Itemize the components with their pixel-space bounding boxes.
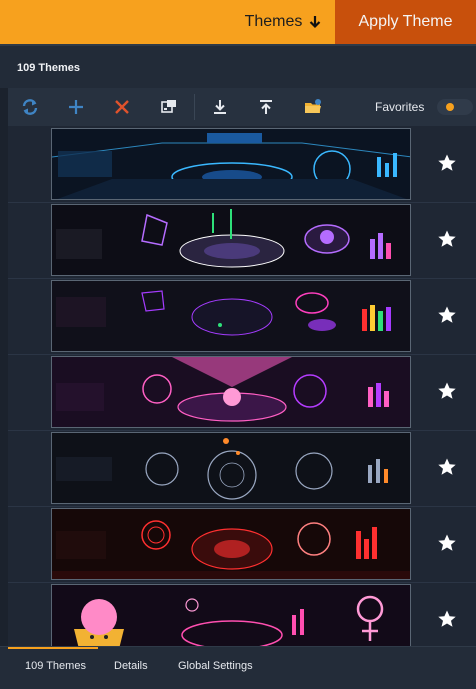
themes-count-title: 109 Themes [17, 62, 80, 74]
favorite-star-icon[interactable] [437, 457, 457, 477]
delete-icon[interactable] [112, 97, 132, 117]
theme-thumbnail[interactable] [51, 508, 411, 580]
arrow-down-icon [310, 16, 321, 29]
theme-row[interactable] [8, 354, 476, 431]
tab-themes[interactable]: 109 Themes [25, 660, 86, 672]
favorites-toggle[interactable] [433, 97, 473, 117]
toolbar-separator [194, 94, 195, 120]
top-bar: Themes Apply Theme [0, 0, 476, 44]
open-folder-icon[interactable] [303, 97, 323, 117]
theme-thumbnail[interactable] [51, 356, 411, 428]
theme-list[interactable] [8, 126, 476, 646]
favorite-star-icon[interactable] [437, 381, 457, 401]
themes-button[interactable]: Themes [232, 0, 335, 44]
apply-theme-button[interactable]: Apply Theme [335, 0, 476, 44]
upload-icon[interactable] [256, 97, 276, 117]
favorite-star-icon[interactable] [437, 229, 457, 249]
favorites-toggle-track [437, 99, 473, 115]
themes-button-label: Themes [244, 13, 303, 30]
theme-row[interactable] [8, 126, 476, 203]
favorites-label: Favorites [375, 100, 425, 114]
add-icon[interactable] [66, 97, 86, 117]
title-bar: 109 Themes [0, 44, 476, 88]
favorite-star-icon[interactable] [437, 609, 457, 629]
theme-thumbnail[interactable] [51, 280, 411, 352]
apply-theme-label: Apply Theme [358, 13, 453, 30]
bottom-tab-bar: 109 Themes Details Global Settings [0, 646, 476, 689]
toolbar: Favorites [8, 88, 476, 127]
tab-details[interactable]: Details [114, 660, 148, 672]
favorites-toggle-knob [446, 103, 454, 111]
edit-icon[interactable] [159, 97, 179, 117]
theme-thumbnail[interactable] [51, 128, 411, 200]
favorite-star-icon[interactable] [437, 305, 457, 325]
theme-thumbnail[interactable] [51, 204, 411, 276]
favorite-star-icon[interactable] [437, 533, 457, 553]
active-tab-indicator [8, 647, 98, 649]
theme-row[interactable] [8, 430, 476, 507]
download-icon[interactable] [210, 97, 230, 117]
theme-row[interactable] [8, 506, 476, 583]
theme-thumbnail[interactable] [51, 432, 411, 504]
theme-row[interactable] [8, 278, 476, 355]
tab-global-settings[interactable]: Global Settings [178, 660, 253, 672]
theme-thumbnail[interactable] [51, 584, 411, 646]
left-strip [0, 88, 8, 646]
theme-row[interactable] [8, 582, 476, 646]
theme-row[interactable] [8, 202, 476, 279]
favorite-star-icon[interactable] [437, 153, 457, 173]
refresh-icon[interactable] [20, 97, 40, 117]
